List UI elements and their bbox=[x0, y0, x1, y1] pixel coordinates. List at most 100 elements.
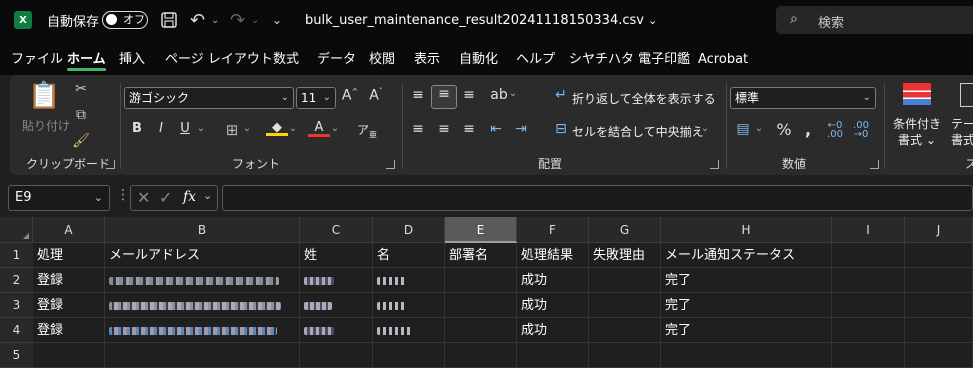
undo-icon[interactable]: ↶ bbox=[190, 0, 205, 40]
conditional-format-label[interactable]: 条件付き bbox=[893, 115, 941, 132]
cell-f5[interactable] bbox=[517, 343, 589, 368]
more-options-icon[interactable]: ⋮ bbox=[116, 187, 130, 203]
cell-j4[interactable] bbox=[905, 318, 973, 343]
cell-b5[interactable] bbox=[105, 343, 300, 368]
cell-a3[interactable]: 登録 bbox=[33, 293, 105, 318]
cell-h4[interactable]: 完了 bbox=[661, 318, 832, 343]
cell-f4[interactable]: 成功 bbox=[517, 318, 589, 343]
cell-c3[interactable] bbox=[300, 293, 373, 318]
autosave-toggle[interactable]: オフ bbox=[102, 11, 148, 29]
decrease-decimal-icon[interactable]: .00 →0 bbox=[850, 121, 872, 140]
italic-icon[interactable]: I bbox=[152, 121, 170, 136]
wrap-text-icon[interactable]: ↵ bbox=[552, 87, 570, 103]
cell-c5[interactable] bbox=[300, 343, 373, 368]
format-painter-icon[interactable]: 🖌 bbox=[71, 133, 91, 149]
phonetic-icon[interactable]: ア亜 bbox=[356, 121, 378, 140]
chevron-down-icon[interactable]: ⌄ bbox=[700, 123, 710, 134]
merge-center-icon[interactable]: ⊟ bbox=[552, 121, 570, 137]
cell-b4[interactable] bbox=[105, 318, 300, 343]
cell-b2[interactable] bbox=[105, 268, 300, 293]
font-launcher-icon[interactable] bbox=[386, 160, 395, 169]
cell-a2[interactable]: 登録 bbox=[33, 268, 105, 293]
col-header-j[interactable]: J bbox=[905, 217, 973, 243]
chevron-down-icon[interactable]: ⌄ bbox=[242, 123, 252, 134]
cell-a5[interactable] bbox=[33, 343, 105, 368]
decrease-font-icon[interactable]: Aˇ bbox=[366, 87, 386, 104]
align-right-icon[interactable]: ≡ bbox=[459, 121, 479, 137]
cell-g5[interactable] bbox=[589, 343, 661, 368]
align-bottom-icon[interactable]: ≡ bbox=[459, 87, 479, 103]
tab-formulas[interactable]: 数式 bbox=[273, 40, 299, 75]
cell-i4[interactable] bbox=[832, 318, 905, 343]
customize-toolbar-icon[interactable]: ⌄ bbox=[272, 0, 282, 40]
tab-file[interactable]: ファイル bbox=[11, 40, 63, 75]
cell-e4[interactable] bbox=[445, 318, 517, 343]
chevron-down-icon[interactable]: ⌄ bbox=[508, 88, 518, 99]
col-header-a[interactable]: A bbox=[33, 217, 105, 243]
align-center-icon[interactable]: ≡ bbox=[434, 121, 454, 137]
redo-icon[interactable]: ↷ bbox=[230, 0, 245, 40]
align-middle-icon[interactable]: ≡ bbox=[431, 85, 457, 109]
cell-c2[interactable] bbox=[300, 268, 373, 293]
tab-home[interactable]: ホーム bbox=[67, 40, 106, 75]
decrease-indent-icon[interactable]: ⇤ bbox=[486, 121, 506, 137]
cell-c4[interactable] bbox=[300, 318, 373, 343]
cell-j1[interactable] bbox=[905, 243, 973, 268]
cell-i1[interactable] bbox=[832, 243, 905, 268]
cell-i2[interactable] bbox=[832, 268, 905, 293]
cell-e5[interactable] bbox=[445, 343, 517, 368]
cell-b1[interactable]: メールアドレス bbox=[105, 243, 300, 268]
cell-d2[interactable] bbox=[373, 268, 445, 293]
chevron-down-icon[interactable]: ⌄ bbox=[196, 123, 206, 134]
cell-a1[interactable]: 処理 bbox=[33, 243, 105, 268]
align-left-icon[interactable]: ≡ bbox=[408, 121, 428, 137]
cell-f1[interactable]: 処理結果 bbox=[517, 243, 589, 268]
cut-icon[interactable]: ✂ bbox=[71, 81, 91, 97]
cell-a4[interactable]: 登録 bbox=[33, 318, 105, 343]
chevron-down-icon[interactable]: ⌄ bbox=[754, 123, 764, 134]
chevron-down-icon[interactable]: ⌄ bbox=[203, 189, 212, 202]
tab-view[interactable]: 表示 bbox=[414, 40, 440, 75]
cell-e2[interactable] bbox=[445, 268, 517, 293]
cell-g1[interactable]: 失敗理由 bbox=[589, 243, 661, 268]
row-header-4[interactable]: 4 bbox=[0, 318, 33, 343]
cell-g3[interactable] bbox=[589, 293, 661, 318]
row-header-5[interactable]: 5 bbox=[0, 343, 33, 368]
fill-color-icon[interactable]: ◆ bbox=[266, 119, 288, 136]
increase-indent-icon[interactable]: ⇥ bbox=[511, 121, 531, 137]
cell-f2[interactable]: 成功 bbox=[517, 268, 589, 293]
cell-h1[interactable]: メール通知ステータス bbox=[661, 243, 832, 268]
insert-function-icon[interactable]: fx bbox=[183, 189, 196, 205]
select-all-corner[interactable]: ◢ bbox=[0, 217, 33, 243]
number-format-dropdown[interactable]: 標準 ⌄ bbox=[730, 87, 876, 109]
cell-e3[interactable] bbox=[445, 293, 517, 318]
col-header-c[interactable]: C bbox=[300, 217, 373, 243]
search-box[interactable]: ⌕ 検索 bbox=[776, 6, 973, 34]
chevron-down-icon[interactable]: ⌄ bbox=[288, 123, 298, 134]
col-header-b[interactable]: B bbox=[105, 217, 300, 243]
cell-f3[interactable]: 成功 bbox=[517, 293, 589, 318]
cancel-icon[interactable]: ✕ bbox=[137, 188, 150, 207]
col-header-f[interactable]: F bbox=[517, 217, 589, 243]
cell-h3[interactable]: 完了 bbox=[661, 293, 832, 318]
table-format-label-2[interactable]: 書式 bbox=[951, 131, 973, 148]
increase-decimal-icon[interactable]: ←0.00 bbox=[824, 121, 846, 140]
cell-j2[interactable] bbox=[905, 268, 973, 293]
col-header-e[interactable]: E bbox=[445, 217, 517, 243]
tab-shachihata[interactable]: シヤチハタ 電子印鑑 bbox=[569, 40, 690, 75]
cell-d3[interactable] bbox=[373, 293, 445, 318]
row-header-1[interactable]: 1 bbox=[0, 243, 33, 268]
bold-icon[interactable]: B bbox=[128, 121, 146, 136]
accounting-format-icon[interactable]: ▤ bbox=[732, 121, 754, 137]
copy-icon[interactable]: ⧉ bbox=[71, 107, 91, 123]
col-header-i[interactable]: I bbox=[832, 217, 905, 243]
cell-j3[interactable] bbox=[905, 293, 973, 318]
conditional-format-icon[interactable] bbox=[903, 83, 931, 105]
tab-acrobat[interactable]: Acrobat bbox=[698, 40, 748, 75]
font-name-dropdown[interactable]: 游ゴシック ⌄ bbox=[124, 87, 294, 109]
cell-d4[interactable] bbox=[373, 318, 445, 343]
cell-e1[interactable]: 部署名 bbox=[445, 243, 517, 268]
col-header-h[interactable]: H bbox=[661, 217, 832, 243]
name-box[interactable]: E9 ⌄ bbox=[8, 185, 110, 211]
align-top-icon[interactable]: ≡ bbox=[408, 87, 428, 103]
